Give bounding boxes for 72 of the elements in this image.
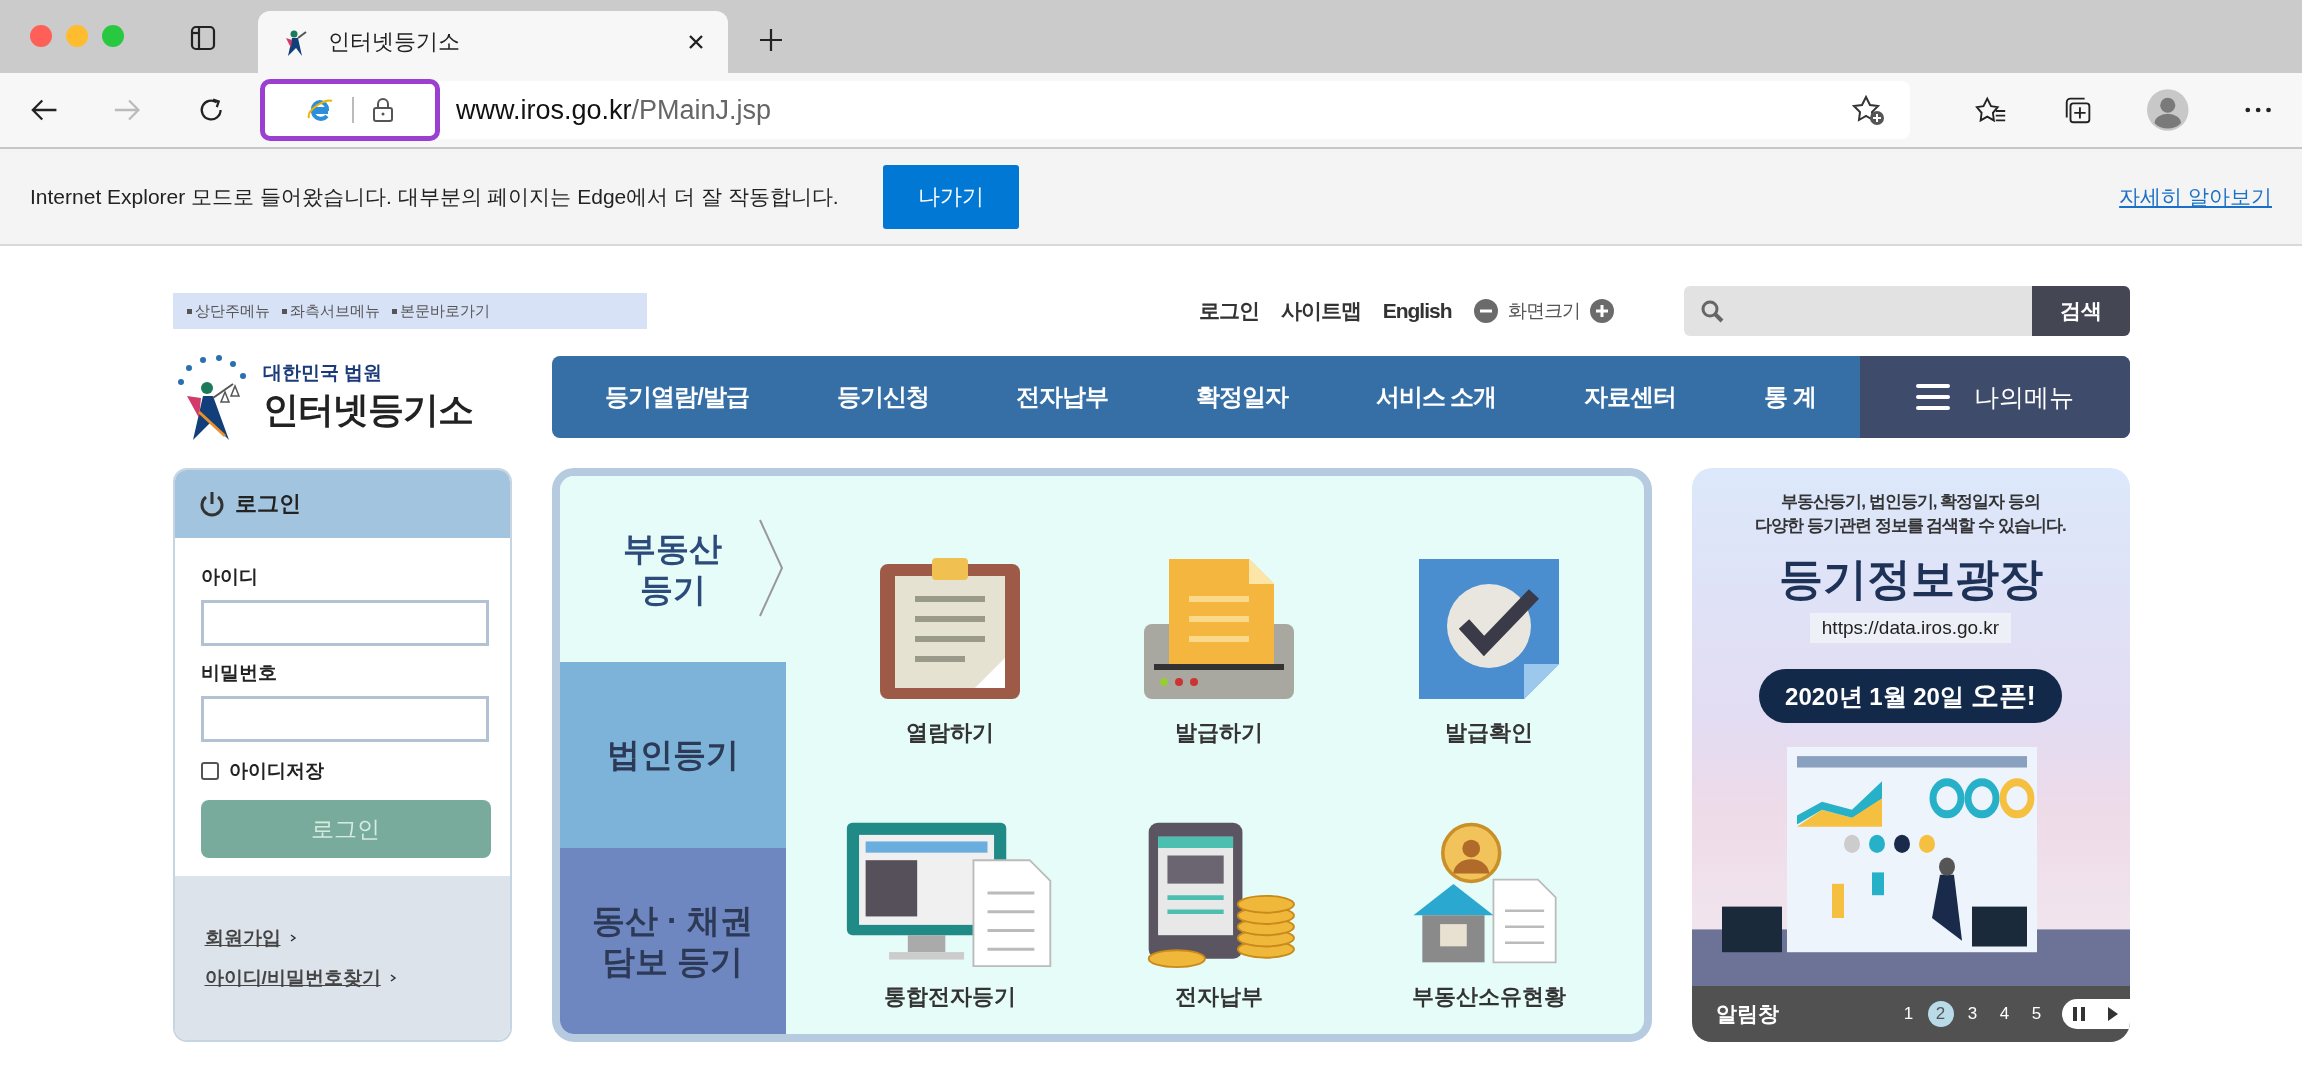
nav-menu-item[interactable]: 서비스 소개 (1375, 381, 1497, 413)
screen-size-label: 화면크기 (1507, 299, 1580, 323)
utility-link[interactable]: 로그인 (1198, 297, 1259, 325)
slide-page-button[interactable]: 5 (2023, 1001, 2050, 1027)
login-title: 로그인 (234, 490, 301, 518)
slide-page-button[interactable]: 1 (1895, 1001, 1922, 1027)
address-bar[interactable]: www.iros.go.kr/PMainJ.jsp (259, 81, 1910, 139)
learn-more-link[interactable]: 자세히 알아보기 (2119, 182, 2272, 211)
play-icon[interactable] (2107, 1006, 2119, 1022)
nav-menu-item[interactable]: 등기신청 (836, 381, 929, 413)
profile-avatar-icon[interactable] (2147, 88, 2189, 132)
remember-id-checkbox[interactable] (200, 762, 219, 780)
notice-label: 알림창 (1715, 1001, 1779, 1027)
chevron-icon (288, 933, 297, 943)
menu-icon (1915, 384, 1950, 410)
power-icon (198, 491, 225, 517)
promo-banner[interactable]: 부동산등기, 법인등기, 확정일자 등의 다양한 등기관련 정보를 검색할 수 있습니다. 등기정보광장 https://data.iros.go.kr 2020년 1월 20일 오픈! 알림창 1 2 3 4 5 (1691, 468, 2130, 1042)
service-link[interactable]: 전자납부 (1084, 760, 1355, 1024)
search-icon (1699, 299, 1724, 323)
chevron-icon (388, 973, 397, 983)
utility-link[interactable]: English (1382, 299, 1452, 323)
open-date-pill: 2020년 1월 20일 오픈! (1759, 668, 2062, 723)
slide-page-button[interactable]: 2 (1927, 1001, 1954, 1027)
site-info-button[interactable] (259, 79, 440, 141)
tab-title: 인터넷등기소 (328, 28, 461, 56)
search-button[interactable]: 검색 (2031, 286, 2130, 336)
logo-subtitle: 대한민국 법원 (262, 360, 383, 385)
chevron-icon (757, 518, 784, 618)
more-icon[interactable] (2243, 106, 2272, 114)
remember-id-label: 아이디저장 (228, 759, 324, 783)
back-icon[interactable] (30, 97, 59, 123)
pause-icon[interactable] (2072, 1006, 2086, 1022)
service-link[interactable]: 열람하기 (815, 496, 1085, 760)
account-link[interactable]: 회원가입 (204, 925, 510, 951)
banner-url: https://data.iros.go.kr (1809, 612, 2012, 643)
skip-link[interactable]: 본문바로가기 (391, 301, 490, 321)
service-link[interactable]: 부동산소유현황 (1354, 760, 1624, 1024)
leave-button[interactable]: 나가기 (882, 164, 1019, 229)
category-tab[interactable]: 법인등기 (559, 662, 786, 848)
tab-actions-icon[interactable] (190, 25, 216, 51)
new-tab-icon[interactable] (758, 27, 784, 53)
nav-menu-item[interactable]: 통 계 (1763, 381, 1816, 413)
nav-menu-item[interactable]: 전자납부 (1016, 381, 1109, 413)
service-link[interactable]: 통합전자등기 (815, 760, 1085, 1024)
service-link[interactable]: 발급하기 (1084, 496, 1355, 760)
password-input[interactable] (200, 696, 489, 742)
skip-link[interactable]: 좌측서브메뉴 (281, 301, 380, 321)
ie-mode-message: Internet Explorer 모드로 들어왔습니다. 대부분의 페이지는 Edge에서 더 잘 작동합니다. (30, 183, 839, 210)
my-menu-button[interactable]: 나의메뉴 (1859, 356, 2130, 438)
lock-icon (371, 97, 394, 123)
utility-link[interactable]: 사이트맵 (1280, 297, 1361, 325)
account-link[interactable]: 아이디/비밀번호찾기 (204, 965, 510, 991)
zoom-in-icon[interactable] (1589, 299, 1614, 323)
nav-menu-item[interactable]: 등기열람/발급 (605, 381, 749, 413)
ie-logo-icon (305, 96, 334, 124)
nav-menu-item[interactable]: 자료센터 (1584, 381, 1677, 413)
banner-intro-text: 부동산등기, 법인등기, 확정일자 등의 다양한 등기관련 정보를 검색할 수 있습니다. (1755, 491, 2066, 537)
slide-page-button[interactable]: 3 (1959, 1001, 1986, 1027)
banner-title: 등기정보광장 (1778, 552, 2043, 605)
search-field[interactable]: 검색 (1683, 286, 2130, 336)
browser-tab[interactable]: 인터넷등기소 (258, 11, 728, 73)
service-link[interactable]: 발급확인 (1354, 496, 1624, 760)
id-input[interactable] (200, 600, 489, 646)
skip-link[interactable]: 상단주메뉴 (186, 301, 270, 321)
logo-title[interactable]: 인터넷등기소 (262, 385, 473, 435)
zoom-out-icon[interactable] (1473, 299, 1498, 323)
add-favorite-icon[interactable] (1851, 94, 1886, 126)
favorites-icon[interactable] (1974, 95, 2007, 125)
password-label: 비밀번호 (200, 661, 278, 685)
id-label: 아이디 (200, 565, 259, 589)
slide-page-button[interactable]: 4 (1991, 1001, 2018, 1027)
nav-menu-item[interactable]: 확정일자 (1196, 381, 1289, 413)
